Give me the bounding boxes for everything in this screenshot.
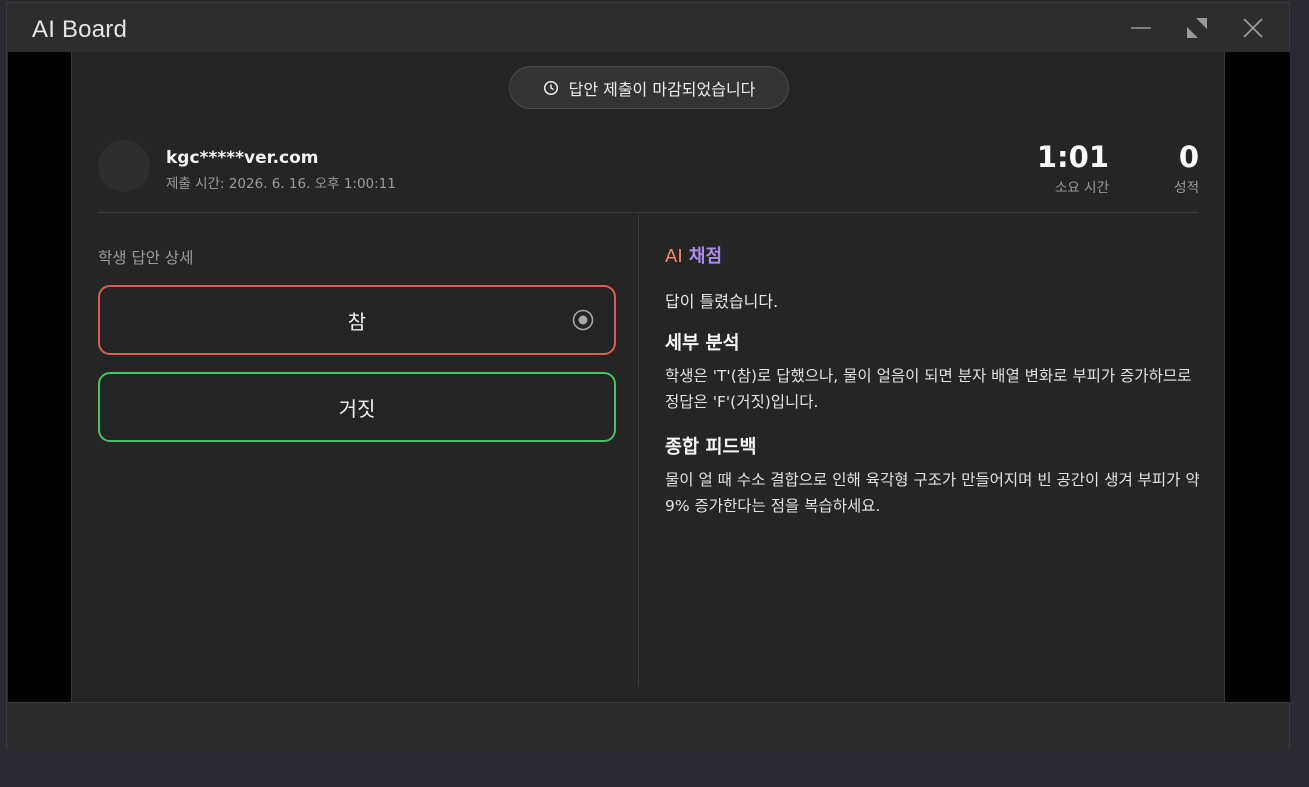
analysis-body: 학생은 'T'(참)로 답했으나, 물이 얼음이 되면 분자 배열 변화로 부피…	[665, 367, 1192, 411]
score-label: 성적	[1174, 180, 1199, 196]
result-panel: 답안 제출이 마감되었습니다 kgc*****ver.com 제출 시간: 20…	[71, 52, 1225, 702]
deadline-banner: 답안 제출이 마감되었습니다	[509, 66, 789, 109]
ai-prefix: AI	[665, 246, 683, 267]
content-viewport: 답안 제출이 마감되었습니다 kgc*****ver.com 제출 시간: 20…	[8, 52, 1290, 702]
score-value: 0	[1178, 140, 1199, 174]
feedback-heading: 종합 피드백	[665, 437, 757, 458]
clock-icon	[543, 80, 559, 96]
app-window: AI Board 답안 제출이 마감되었습니다 kgc*****ver.com …	[6, 2, 1290, 750]
header-divider	[98, 212, 1198, 213]
window-title: AI Board	[32, 16, 127, 43]
submission-time: 제출 시간: 2026. 6. 16. 오후 1:00:11	[166, 176, 396, 192]
bottom-bar	[7, 702, 1289, 750]
radio-selected-icon	[572, 309, 594, 331]
ai-grading-title: AI 채점	[665, 242, 722, 268]
elapsed-time-label: 소요 시간	[1055, 180, 1109, 196]
deadline-text: 답안 제출이 마감되었습니다	[568, 79, 756, 99]
minimize-icon[interactable]	[1126, 13, 1156, 43]
option-label: 참	[347, 309, 367, 334]
ai-title-word: 채점	[688, 246, 723, 267]
grading-result: 답이 틀렸습니다.	[665, 292, 779, 311]
column-divider	[638, 213, 639, 686]
option-label: 거짓	[338, 396, 376, 421]
feedback-body: 물이 얼 때 수소 결합으로 인해 육각형 구조가 만들어지며 빈 공간이 생겨…	[665, 471, 1200, 515]
student-email: kgc*****ver.com	[166, 148, 319, 168]
maximize-icon[interactable]	[1182, 13, 1212, 43]
answer-option-true[interactable]: 참	[98, 285, 616, 355]
title-bar[interactable]: AI Board	[7, 3, 1289, 53]
elapsed-time-value: 1:01	[1036, 140, 1109, 174]
close-icon[interactable]	[1238, 13, 1268, 43]
analysis-heading: 세부 분석	[665, 333, 740, 354]
avatar	[98, 140, 150, 192]
score-stat: 0 성적	[1132, 140, 1199, 196]
elapsed-time-stat: 1:01 소요 시간	[1032, 140, 1109, 196]
answer-detail-heading: 학생 답안 상세	[98, 249, 194, 267]
answer-option-false[interactable]: 거짓	[98, 372, 616, 442]
